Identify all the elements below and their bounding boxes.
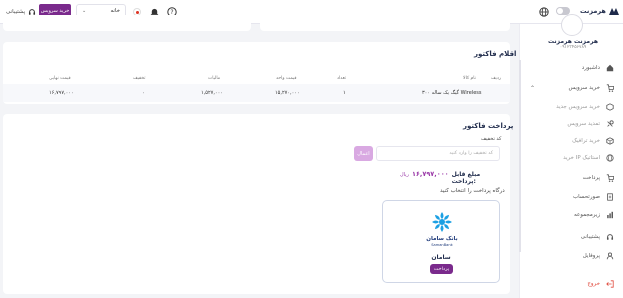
invoice-items-title: اقلام فاکتور <box>474 50 517 58</box>
payment-icon <box>606 174 614 182</box>
logout-icon <box>606 280 614 288</box>
apply-discount-button[interactable]: اعمال <box>354 146 373 161</box>
sidebar-item-label: زیرمجموعه <box>574 212 600 218</box>
sidebar-item-label: خرید سرویس جدید <box>556 104 600 110</box>
sidebar-item-label: خرید IP استاتیک <box>563 155 600 161</box>
sidebar-item-label: پرداخت <box>582 175 600 181</box>
sidebar-item-dashboard[interactable]: داشبورد <box>522 61 620 75</box>
brand-logo: هرمزنت <box>580 5 620 17</box>
amount-unit: ریال <box>400 172 409 178</box>
sidebar-item-buy-service[interactable]: خرید سرویس <box>522 81 620 95</box>
user-icon <box>606 252 614 260</box>
headset-icon <box>606 234 614 240</box>
amount-label: مبلغ قابل پرداخت: <box>451 171 481 185</box>
table-header-tax: مالیات <box>208 76 221 81</box>
renew-icon <box>607 120 614 127</box>
sidebar-item-label: صورتحساب <box>572 194 600 200</box>
payment-title: پرداخت فاکتور <box>463 122 514 130</box>
sidebar-divider <box>519 60 521 252</box>
table-cell-quantity: ۱ <box>343 90 346 96</box>
table-header-quantity: تعداد <box>337 76 347 81</box>
invoice-icon <box>607 193 613 201</box>
globe-icon[interactable] <box>538 6 549 17</box>
home-select-value: خانه <box>110 8 120 14</box>
traffic-icon <box>606 137 614 145</box>
sidebar-item-buy-static-ip[interactable]: خرید IP استاتیک <box>522 151 620 165</box>
table-cell-product-name: ۳۰۰ گیگ یک ساله Wireless <box>422 90 482 96</box>
chart-icon <box>607 211 613 219</box>
saman-bank-logo: بانک سامان SamanBank <box>419 210 465 250</box>
sidebar-item-subset[interactable]: زیرمجموعه <box>522 208 620 222</box>
table-header-unit-price: قیمت واحد <box>276 76 297 81</box>
sidebar-item-label: پشتیبانی <box>580 234 600 240</box>
globe-icon <box>606 154 614 162</box>
table-cell-discount: ۰ <box>142 90 145 96</box>
table-header-product-name: نام کالا <box>463 76 476 81</box>
sidebar-item-label: خرید ترافیک <box>572 138 600 144</box>
support-label: پشتیبانی <box>6 8 26 15</box>
avatar[interactable] <box>561 14 583 36</box>
gateway-name: سامان <box>431 254 451 261</box>
sidebar-item-payment[interactable]: پرداخت <box>522 171 620 185</box>
sidebar-item-label: پروفایل <box>582 253 600 259</box>
table-cell-final-price: ۱۶,۷۹۷,۰۰۰ <box>49 90 74 96</box>
sidebar-item-label: تمدید سرویس <box>567 121 600 127</box>
saman-logo-text: بانک سامان <box>426 235 457 242</box>
sidebar-item-profile[interactable]: پروفایل <box>522 249 620 263</box>
user-phone: ۰۹۱۲۳۴۵۶۷۸۹ <box>559 45 587 50</box>
payable-amount: ریال ۱۶,۷۹۷,۰۰۰ مبلغ قابل پرداخت: <box>400 170 500 185</box>
sidebar-item-label: خروج <box>587 281 600 287</box>
cart-icon <box>606 84 614 92</box>
table-header-discount: تخفیف <box>133 76 146 81</box>
discount-label: کد تخفیف <box>481 136 502 142</box>
saman-logo-subtext: SamanBank <box>431 243 453 247</box>
table-header-final-price: قیمت نهایی <box>49 76 71 81</box>
sidebar-item-label: خرید سرویس <box>568 85 600 91</box>
dashboard-icon <box>606 64 614 72</box>
sidebar-item-logout[interactable]: خروج <box>522 277 620 291</box>
sidebar-item-renew-service[interactable]: تمدید سرویس <box>522 117 620 131</box>
sidebar-item-support[interactable]: پشتیبانی <box>522 230 620 244</box>
amount-value: ۱۶,۷۹۷,۰۰۰ <box>411 170 449 178</box>
gateway-prompt: درگاه پرداخت را انتخاب کنید <box>440 188 505 194</box>
discount-code-input[interactable]: کد تخفیف را وارد کنید <box>376 146 500 161</box>
sidebar-item-new-service[interactable]: خرید سرویس جدید <box>522 100 620 114</box>
top-card-right <box>260 15 510 31</box>
top-card-left <box>3 15 251 31</box>
sidebar-item-buy-traffic[interactable]: خرید ترافیک <box>522 134 620 148</box>
table-cell-unit-price: ۱۵,۲۷۰,۰۰۰ <box>275 90 300 96</box>
user-name: هرمزنت هرمزنت <box>548 38 598 45</box>
table-header-row-number: ردیف <box>491 76 502 81</box>
sidebar-item-label: داشبورد <box>581 65 600 71</box>
pay-button[interactable]: پرداخت <box>430 264 453 274</box>
box-icon <box>606 103 614 111</box>
chevron-down-icon: ⌄ <box>82 8 87 14</box>
brand-name: هرمزنت <box>580 7 606 15</box>
table-cell-tax: ۱,۵۲۷,۰۰۰ <box>201 90 223 96</box>
sidebar-item-invoice[interactable]: صورتحساب <box>522 190 620 204</box>
brand-mark-icon <box>608 8 619 15</box>
